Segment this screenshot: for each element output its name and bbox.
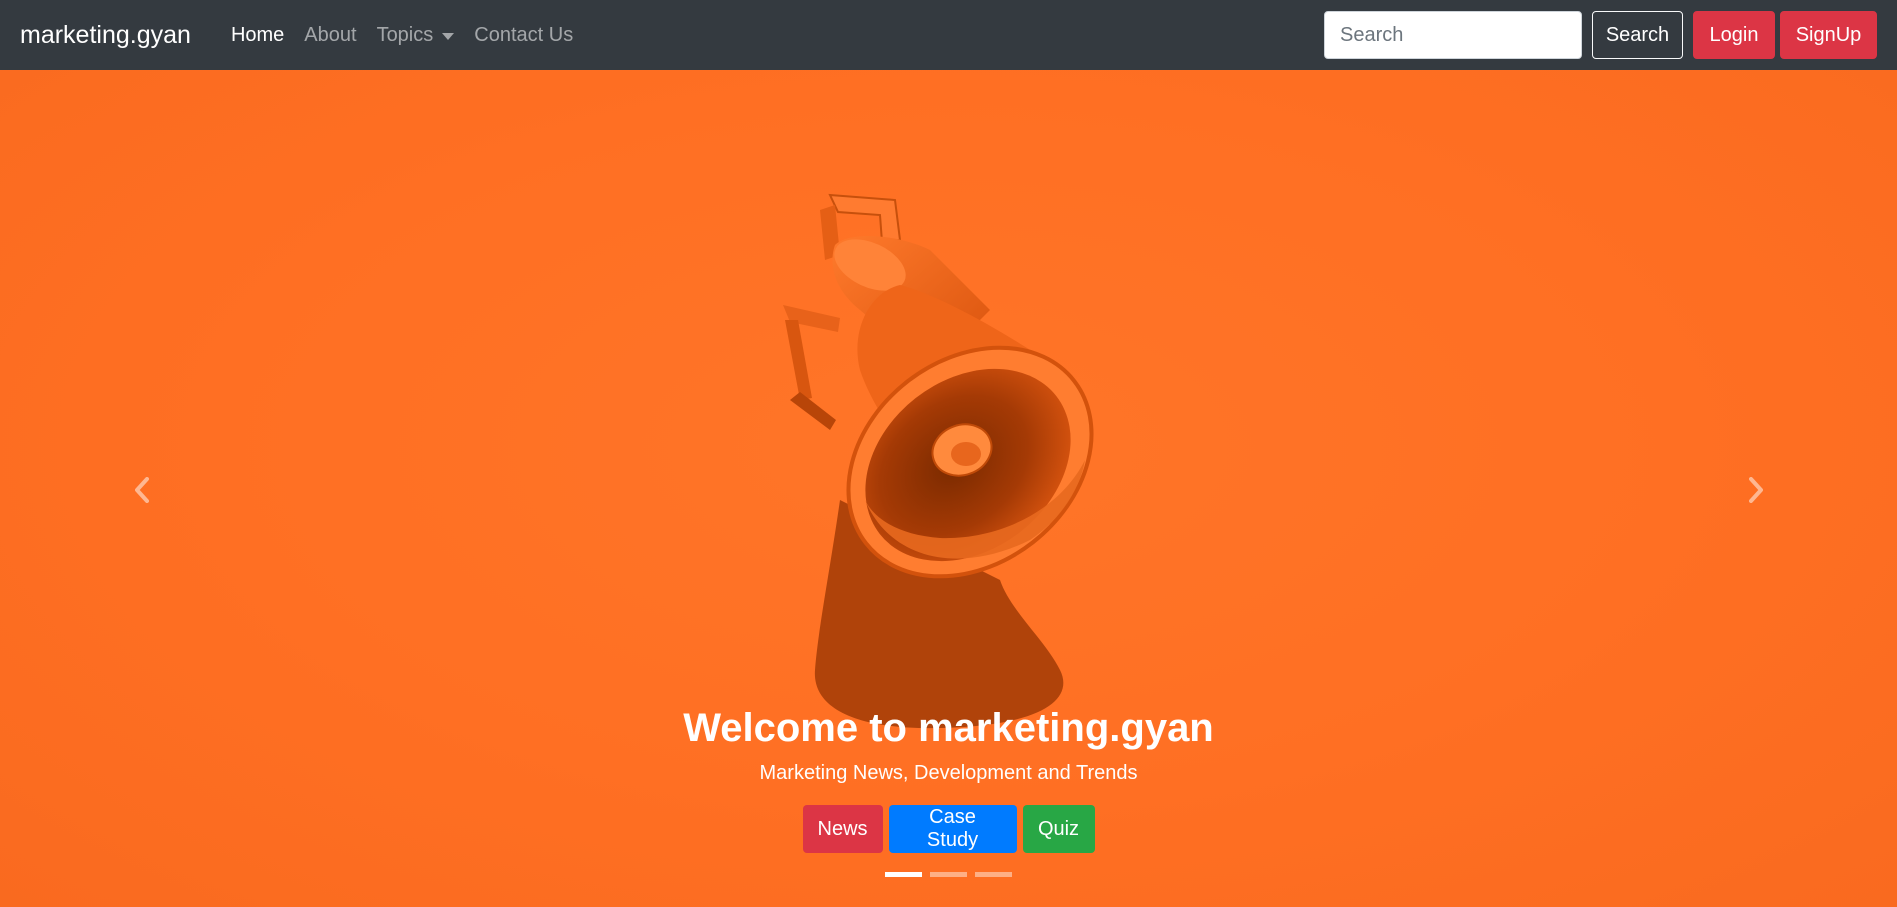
login-button[interactable]: Login	[1693, 11, 1775, 59]
hero-caption: Welcome to marketing.gyan Marketing News…	[0, 704, 1897, 853]
hero-buttons: News Case Study Quiz	[0, 805, 1897, 853]
top-navbar: marketing.gyan Home About Topics Contact…	[0, 0, 1897, 70]
quiz-button[interactable]: Quiz	[1022, 805, 1095, 853]
search-input[interactable]	[1324, 11, 1582, 59]
nav-home-link[interactable]: Home	[221, 24, 294, 47]
case-study-button[interactable]: Case Study	[888, 805, 1017, 853]
signup-button[interactable]: SignUp	[1780, 11, 1877, 59]
nav-topics-dropdown[interactable]: Topics	[367, 24, 465, 47]
carousel-indicator-2[interactable]	[930, 872, 967, 877]
hero-carousel: Welcome to marketing.gyan Marketing News…	[0, 70, 1897, 907]
search-button[interactable]: Search	[1592, 11, 1683, 59]
chevron-right-icon	[1749, 477, 1763, 503]
nav-right-group: Search Login SignUp	[1324, 11, 1877, 59]
nav-about-link[interactable]: About	[294, 24, 366, 47]
caret-down-icon	[442, 32, 455, 40]
hero-title: Welcome to marketing.gyan	[683, 706, 1214, 750]
carousel-indicators	[0, 872, 1897, 877]
nav-links: Home About Topics Contact Us	[221, 24, 583, 47]
brand-logo[interactable]: marketing.gyan	[20, 21, 191, 50]
nav-topics-label: Topics	[376, 23, 434, 46]
nav-contact-link[interactable]: Contact Us	[464, 24, 583, 47]
news-button[interactable]: News	[802, 805, 883, 853]
carousel-prev-button[interactable]	[127, 470, 157, 510]
carousel-next-button[interactable]	[1741, 470, 1771, 510]
carousel-indicator-1[interactable]	[885, 872, 922, 877]
hero-subtitle: Marketing News, Development and Trends	[759, 762, 1138, 784]
carousel-indicator-3[interactable]	[975, 872, 1012, 877]
chevron-left-icon	[135, 477, 149, 503]
